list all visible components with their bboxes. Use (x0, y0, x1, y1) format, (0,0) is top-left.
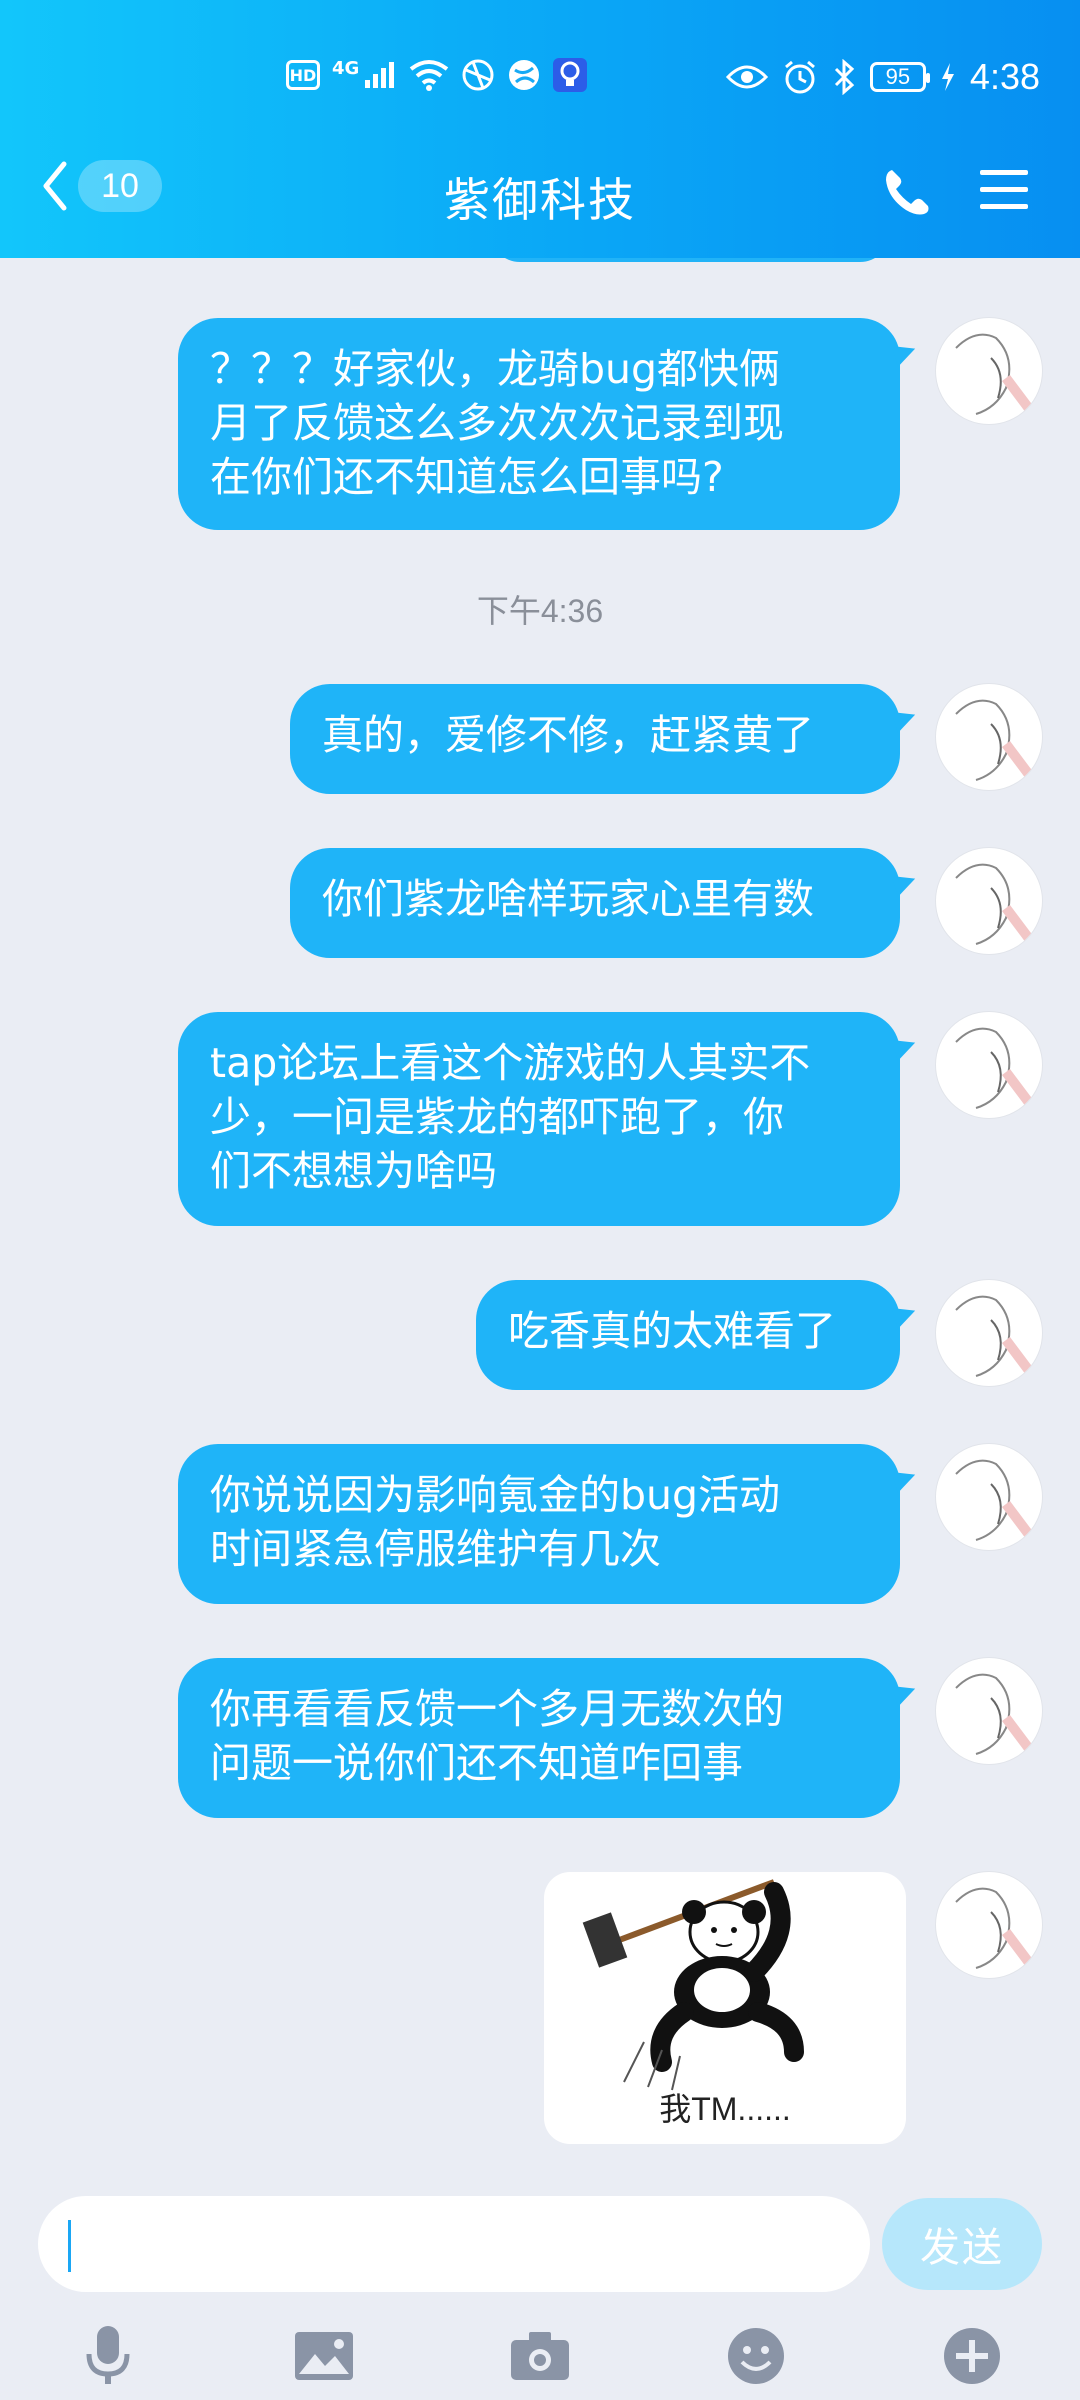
game-ball-icon (462, 59, 494, 91)
send-button[interactable]: 发送 (882, 2198, 1042, 2290)
emoji-icon (728, 2328, 784, 2384)
sticker-message[interactable]: 我TM...... (544, 1872, 906, 2144)
charging-icon (941, 63, 954, 91)
photo-button[interactable] (284, 2316, 364, 2396)
panda-meme-sticker (582, 1879, 804, 2091)
user-avatar[interactable] (936, 1012, 1042, 1118)
network-type: 4G (332, 57, 360, 79)
message-bubble[interactable]: 真的，爱修不修，赶紧黄了 (290, 684, 900, 794)
battery-indicator: 95 (869, 62, 930, 92)
user-avatar[interactable] (936, 318, 1042, 424)
user-avatar[interactable] (936, 1658, 1042, 1764)
eye-icon (725, 65, 768, 89)
user-avatar[interactable] (936, 684, 1042, 790)
message-timestamp: 下午4:36 (476, 593, 604, 629)
camera-button[interactable] (500, 2316, 580, 2396)
alarm-icon (784, 60, 815, 94)
status-left: HD 4G (286, 57, 588, 92)
status-bar: HD 4G 95 4:38 (0, 52, 1080, 108)
wifi-icon (410, 60, 449, 91)
nav-bar: 10 紫御科技 (0, 138, 1080, 248)
message-bubble[interactable]: 吃香真的太难看了 (476, 1280, 900, 1390)
status-right: 95 4:38 (725, 56, 1040, 98)
signal-icon (365, 62, 395, 88)
clock: 4:38 (969, 56, 1040, 97)
text-caret (68, 2220, 71, 2272)
user-avatar[interactable] (936, 848, 1042, 954)
message-input[interactable] (38, 2196, 870, 2292)
menu-button[interactable] (978, 166, 1030, 218)
plus-icon (944, 2328, 1000, 2384)
message-bubble[interactable]: 你们紫龙啥样玩家心里有数 (290, 848, 900, 958)
call-button[interactable] (880, 164, 936, 224)
emoji-button[interactable] (716, 2316, 796, 2396)
phone-icon (886, 170, 929, 215)
user-avatar[interactable] (936, 1444, 1042, 1550)
battery-level: 95 (885, 64, 911, 89)
message-bubble[interactable]: 你再看看反馈一个多月无数次的 问题一说你们还不知道咋回事 (178, 1658, 900, 1818)
input-toolbar (0, 2316, 1080, 2400)
browser-icon (509, 60, 540, 90)
camera-icon (511, 2332, 569, 2380)
message-bubble[interactable]: tap论坛上看这个游戏的人其实不 少，一问是紫龙的都吓跑了，你 们不想想为啥吗 (178, 1012, 900, 1226)
hd-badge: HD (286, 60, 320, 90)
microphone-icon (86, 2326, 130, 2384)
hamburger-menu-icon (980, 170, 1028, 209)
voice-button[interactable] (68, 2316, 148, 2396)
input-bar: 发送 (0, 2170, 1080, 2400)
message-bubble[interactable]: ？？？好家伙，龙骑bug都快俩 月了反馈这么多次次次记录到现 在你们还不知道怎么… (178, 318, 900, 530)
user-avatar[interactable] (936, 1280, 1042, 1386)
message-bubble[interactable]: 你说说因为影响氪金的bug活动 时间紧急停服维护有几次 (178, 1444, 900, 1604)
top-bar: HD 4G 95 4:38 10 紫御科技 (0, 0, 1080, 258)
lightbulb-icon (553, 58, 588, 92)
image-icon (295, 2332, 353, 2380)
user-avatar[interactable] (936, 1872, 1042, 1978)
more-button[interactable] (932, 2316, 1012, 2396)
sticker-caption: 我TM...... (659, 2091, 791, 2127)
bluetooth-icon (834, 59, 855, 95)
